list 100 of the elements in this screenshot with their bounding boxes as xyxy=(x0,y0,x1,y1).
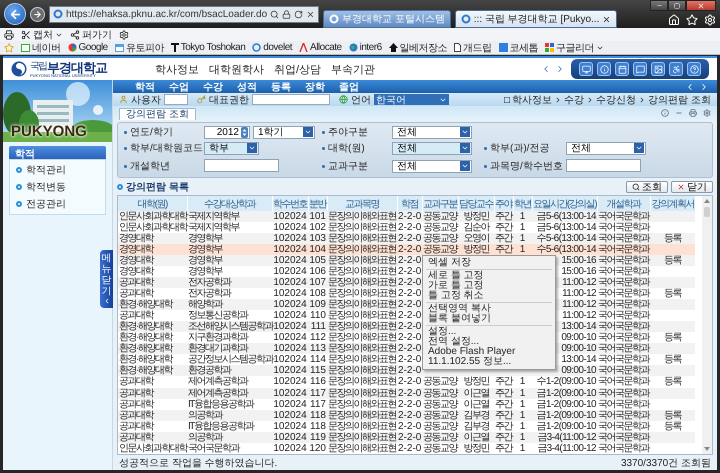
table-row[interactable]: 공과대학 IT융합응용공학과 102024 118 문장의이해와표현 2-2-0 공동교양 김부경 주간 1 금1-2(09:00-10 국어국문학과 등록 xyxy=(118,420,695,432)
close-button[interactable] xyxy=(686,0,716,11)
table-row[interactable]: 인문사회과학대학국어국문학과 102024 120 문장의이해와표현 2-2-0 공동교양 방정민 주간 1 금3-4(11:00-12 국어국문학과 xyxy=(118,442,695,454)
table-row[interactable]: 공과대학 IT융합응용공학과 102024 117 문장의이해와표현 2-2-0 공동교양 이근열 주간 1 금1-2(09:00-10 국어국문학과 xyxy=(118,398,695,410)
column-header[interactable]: 요일시간(강의실) xyxy=(532,196,597,211)
bookmark-link[interactable]: Allocate xyxy=(299,42,342,53)
menu-link[interactable]: 성적 xyxy=(237,80,257,94)
dropdown[interactable]: 학부 xyxy=(204,142,259,154)
table-row[interactable]: 경영대학 경영학부 102024 104 문장의이해와표현 2-2-0 공동교양 방정민 주간 1 수5-6(13:00-14 국어국문학과 xyxy=(118,244,695,256)
maximize-button[interactable] xyxy=(668,0,686,11)
breadcrumb-link[interactable]: 학사정보 xyxy=(512,92,552,106)
browser-tab[interactable]: ::: 국립 부경대학교 [Pukyo... xyxy=(454,10,618,28)
bookmark-link[interactable]: 코세톱 xyxy=(498,40,538,54)
menu-link[interactable]: 졸업 xyxy=(339,80,359,94)
toolbar-button[interactable]: 퍼가기 xyxy=(70,28,112,42)
table-cell: 문장의이해와표현 xyxy=(327,310,397,322)
page-tab[interactable]: 강의편람 조회 xyxy=(119,108,196,120)
calendar-button[interactable] xyxy=(615,62,629,76)
bookmark-link[interactable]: Google xyxy=(68,42,108,53)
dropdown[interactable]: 전체 xyxy=(392,142,472,154)
table-cell: 경영학부 xyxy=(187,266,272,278)
top-menu-link[interactable]: 학사정보 xyxy=(155,62,199,76)
home-icon[interactable] xyxy=(668,14,680,26)
input-field[interactable] xyxy=(204,159,279,172)
breadcrumb-link[interactable]: 수강신청 xyxy=(596,92,636,106)
table-row[interactable]: 공과대학 제어계측공학과 102024 117 문장의이해와표현 2-2-0 공동교양 이근열 주간 1 금1-2(09:00-10 국어국문학과 xyxy=(118,388,695,399)
minimize-button[interactable] xyxy=(650,0,668,11)
table-row[interactable]: 공과대학 의공학과 102024 119 문장의이해와표현 2-2-0 공동교양 이근열 주간 1 금3-4(11:00-12 국어국문학과 xyxy=(118,432,695,443)
top-menu-link[interactable]: 대학원학사 xyxy=(209,62,264,76)
info-button[interactable] xyxy=(597,62,611,76)
menu-link[interactable]: 수강 xyxy=(203,80,223,94)
gear-icon[interactable] xyxy=(119,30,129,40)
dropdown[interactable]: 전체 xyxy=(392,126,472,138)
language-dropdown[interactable]: 한국어 xyxy=(374,94,449,105)
refresh-icon[interactable] xyxy=(294,10,304,18)
menu-link[interactable]: 장학 xyxy=(305,80,325,94)
help-button[interactable] xyxy=(687,62,701,76)
scrollbar[interactable] xyxy=(702,196,712,454)
term-dropdown[interactable]: 1학기 xyxy=(253,126,315,138)
column-header[interactable]: 교과목명 xyxy=(327,196,397,211)
column-header[interactable]: 주야 xyxy=(494,196,513,211)
menu-link[interactable]: 등록 xyxy=(271,80,291,94)
close-button[interactable]: 닫기 xyxy=(671,180,713,192)
toolbar-button[interactable]: 캡처 xyxy=(21,28,63,42)
table-row[interactable]: 인문사회과학대학국제지역학부 102024 102 문장의이해와표현 2-2-0 공동교양 김순아 주간 1 금5-6(13:00-14 국어국문학과 xyxy=(118,222,695,234)
column-header[interactable]: 분반 xyxy=(308,196,327,211)
address-field[interactable]: https://ehaksa.pknu.ac.kr/com/bsacLoader.do xyxy=(49,6,319,22)
close-icon[interactable] xyxy=(306,10,315,18)
column-header[interactable]: 학점 xyxy=(397,196,422,211)
year-field[interactable]: 2012 xyxy=(204,126,250,138)
table-row[interactable]: 공과대학 의공학과 102024 118 문장의이해와표현 2-2-0 공동교양 김부경 주간 1 금1-2(09:00-10 국어국문학과 등록 xyxy=(118,410,695,421)
star-icon[interactable] xyxy=(686,14,698,26)
settings-icon[interactable] xyxy=(703,109,711,117)
breadcrumb-link[interactable]: 강의편람 조회 xyxy=(648,92,711,106)
spinner-icon[interactable] xyxy=(241,126,248,138)
top-menu-link[interactable]: 취업/상담 xyxy=(274,62,322,76)
bookmark-link[interactable]: inter6 xyxy=(348,42,382,53)
menu-toggle[interactable]: 메뉴닫기 xyxy=(100,250,113,308)
top-menu-link[interactable]: 부속기관 xyxy=(331,62,376,76)
search-button[interactable]: 조회 xyxy=(626,180,668,192)
column-header[interactable]: 담당교수 xyxy=(458,196,494,211)
input-field[interactable] xyxy=(164,94,188,105)
dropdown[interactable]: 전체 xyxy=(566,142,646,154)
sidebar-item[interactable]: 전공관리 xyxy=(10,196,105,212)
printer-icon[interactable] xyxy=(4,30,14,40)
bookmark-link[interactable]: 네이버 xyxy=(21,40,60,54)
bookmark-link[interactable]: 유토피아 xyxy=(114,40,164,54)
printer-icon[interactable] xyxy=(689,109,697,117)
column-header[interactable]: 학수번호 xyxy=(272,196,308,211)
chat-button[interactable] xyxy=(633,62,647,76)
close-icon[interactable] xyxy=(602,14,612,24)
menu-link[interactable]: 학적 xyxy=(135,80,155,94)
column-header[interactable]: 수강대상학과 xyxy=(187,196,272,211)
sidebar-item[interactable]: 학적관리 xyxy=(10,162,105,178)
info-icon[interactable] xyxy=(661,109,669,117)
bookmark-link[interactable]: Tokyo Toshokan xyxy=(170,42,246,53)
column-header[interactable]: 교과구분 xyxy=(422,196,458,211)
back-button[interactable] xyxy=(4,3,26,25)
bookmark-link[interactable]: 구글리더 xyxy=(545,40,604,54)
column-header[interactable]: 개설학과 xyxy=(597,196,650,211)
search-icon[interactable] xyxy=(270,10,280,18)
bookmark-link[interactable]: 일베저장소 xyxy=(388,40,448,54)
table-cell: 2-2-0 xyxy=(397,365,422,376)
sidebar-item[interactable]: 학적변동 xyxy=(10,179,105,195)
bookmark-link[interactable]: 개드립 xyxy=(454,40,492,54)
forward-button[interactable] xyxy=(30,6,45,22)
dropdown[interactable]: 전체 xyxy=(392,160,472,172)
table-row[interactable]: 환경·해양대학 환경공학과 102024 115 문장의이해와표현 2-2-0 09:00-10 국어국문학과 xyxy=(118,365,695,376)
person-button[interactable] xyxy=(669,62,683,76)
bookmark-link[interactable]: dovelet xyxy=(252,42,292,53)
column-header[interactable]: 강의계획서 xyxy=(650,196,695,211)
breadcrumb-link[interactable]: 수강 xyxy=(564,92,584,106)
column-header[interactable]: 대학(원) xyxy=(118,196,187,211)
input-field[interactable] xyxy=(252,94,330,105)
input-field[interactable] xyxy=(566,159,641,172)
column-header[interactable]: 학년 xyxy=(513,196,532,211)
image-button[interactable] xyxy=(651,62,665,76)
menu-link[interactable]: 수업 xyxy=(169,80,189,94)
monitor-button[interactable] xyxy=(579,62,593,76)
table-row[interactable]: 경영대학 경영학부 102024 103 문장의이해와표현 2-2-0 공동교양 오영이 주간 1 수5-6(13:00-14 국어국문학과 등록 xyxy=(118,233,695,244)
